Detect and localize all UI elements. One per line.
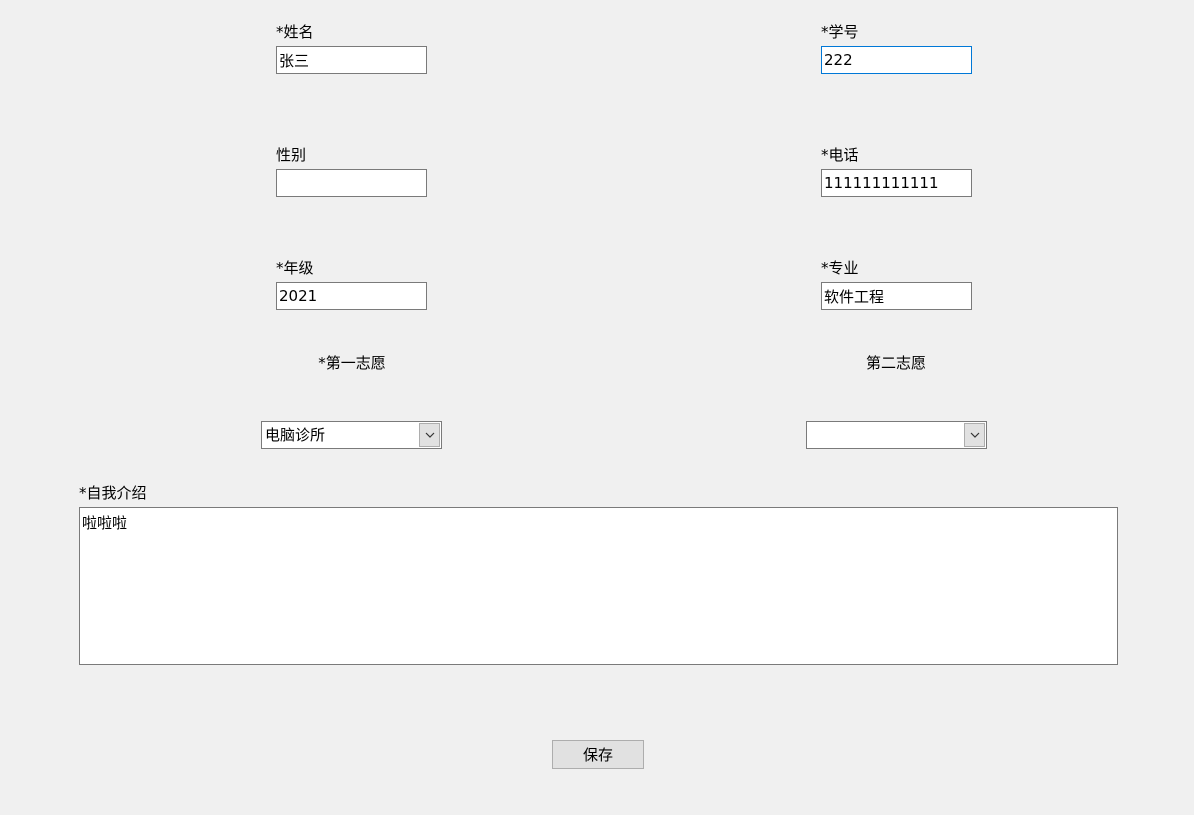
major-label: *专业 [821,259,859,277]
first-choice-dropdown-button[interactable] [419,423,440,447]
name-input[interactable] [276,46,427,74]
major-input[interactable] [821,282,972,310]
chevron-down-icon [425,432,434,438]
intro-label: *自我介绍 [79,484,147,502]
student-id-input[interactable] [821,46,972,74]
save-button[interactable]: 保存 [552,740,644,769]
intro-textarea[interactable]: 啦啦啦 [79,507,1118,665]
second-choice-dropdown-button[interactable] [964,423,985,447]
student-id-label: *学号 [821,23,859,41]
gender-input[interactable] [276,169,427,197]
phone-input[interactable] [821,169,972,197]
second-choice-label: 第二志愿 [865,354,926,372]
first-choice-select[interactable]: 电脑诊所 [261,421,442,449]
grade-input[interactable] [276,282,427,310]
first-choice-label: *第一志愿 [318,354,386,372]
second-choice-select[interactable] [806,421,987,449]
first-choice-value: 电脑诊所 [265,426,326,444]
chevron-down-icon [970,432,979,438]
gender-label: 性别 [276,146,307,164]
grade-label: *年级 [276,259,314,277]
name-label: *姓名 [276,23,314,41]
phone-label: *电话 [821,146,859,164]
